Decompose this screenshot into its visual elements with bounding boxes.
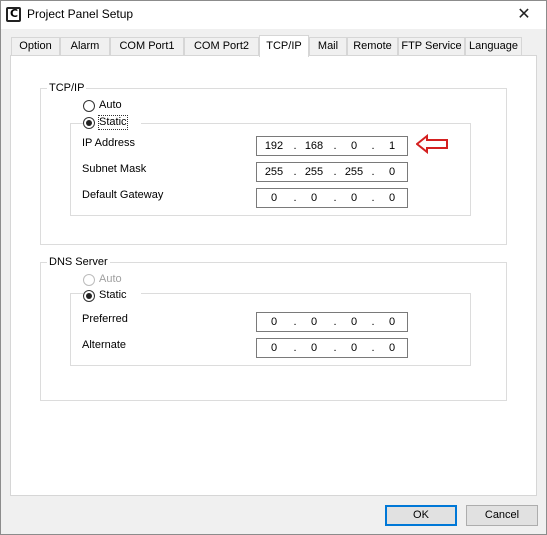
subnet-mask-label: Subnet Mask — [82, 163, 147, 175]
default-gateway-label: Default Gateway — [82, 189, 164, 201]
dot-separator: . — [333, 166, 337, 178]
dot-separator: . — [333, 316, 337, 328]
close-button[interactable]: ✕ — [502, 1, 546, 29]
mask-octet-3: 255 — [344, 166, 364, 178]
pref-octet-1: 0 — [270, 316, 278, 328]
dot-separator: . — [333, 140, 337, 152]
dns-static-radio[interactable]: Static — [83, 289, 141, 303]
tcpip-group: TCP/IP IP Address 192 . 168 . 0 . 1 Subn… — [40, 81, 507, 245]
dot-separator: . — [371, 166, 375, 178]
mask-octet-1: 255 — [264, 166, 284, 178]
alt-octet-4: 0 — [388, 342, 396, 354]
dot-separator: . — [371, 342, 375, 354]
tcpip-static-label: Static — [98, 115, 128, 130]
dot-separator: . — [371, 192, 375, 204]
radio-dot — [83, 117, 95, 129]
dot-separator: . — [333, 192, 337, 204]
ip-octet-1: 192 — [264, 140, 284, 152]
dns-group: DNS Server Preferred 0 . 0 . 0 . 0 Alter… — [40, 255, 507, 401]
ok-button[interactable]: OK — [385, 505, 457, 526]
mask-octet-4: 0 — [388, 166, 396, 178]
tcpip-group-title: TCP/IP — [47, 81, 87, 95]
dot-separator: . — [333, 342, 337, 354]
radio-dot — [83, 100, 95, 112]
alt-octet-2: 0 — [310, 342, 318, 354]
left-arrow-icon — [416, 134, 448, 154]
alternate-label: Alternate — [82, 339, 127, 351]
tab-mail[interactable]: Mail — [309, 37, 347, 56]
mask-octet-2: 255 — [304, 166, 324, 178]
tab-com-port2[interactable]: COM Port2 — [184, 37, 259, 56]
dot-separator: . — [371, 316, 375, 328]
tab-alarm[interactable]: Alarm — [60, 37, 110, 56]
tcpip-static-subgroup: IP Address 192 . 168 . 0 . 1 Subnet Mask… — [70, 123, 471, 216]
window-title: Project Panel Setup — [27, 7, 134, 21]
tab-language[interactable]: Language — [465, 37, 522, 56]
tab-ftp-service[interactable]: FTP Service — [398, 37, 465, 56]
dns-group-title: DNS Server — [47, 255, 110, 269]
dot-separator: . — [371, 140, 375, 152]
preferred-label: Preferred — [82, 313, 128, 325]
ip-address-input[interactable]: 192 . 168 . 0 . 1 — [256, 136, 408, 156]
tab-remote[interactable]: Remote — [347, 37, 398, 56]
gw-octet-4: 0 — [388, 192, 396, 204]
alt-octet-1: 0 — [270, 342, 278, 354]
tab-option[interactable]: Option — [11, 37, 60, 56]
dot-separator: . — [293, 342, 297, 354]
alt-octet-3: 0 — [350, 342, 358, 354]
dns-static-subgroup: Preferred 0 . 0 . 0 . 0 Alternate 0 . 0 … — [70, 293, 471, 366]
tcpip-auto-label: Auto — [99, 99, 122, 111]
ip-octet-2: 168 — [304, 140, 324, 152]
cancel-button[interactable]: Cancel — [466, 505, 538, 526]
preferred-dns-input[interactable]: 0 . 0 . 0 . 0 — [256, 312, 408, 332]
dns-auto-radio[interactable]: Auto — [83, 273, 139, 287]
ip-address-label: IP Address — [82, 137, 135, 149]
alternate-dns-input[interactable]: 0 . 0 . 0 . 0 — [256, 338, 408, 358]
ip-octet-3: 0 — [350, 140, 358, 152]
dot-separator: . — [293, 192, 297, 204]
tcpip-static-radio[interactable]: Static — [83, 115, 141, 130]
gw-octet-2: 0 — [310, 192, 318, 204]
subnet-mask-input[interactable]: 255 . 255 . 255 . 0 — [256, 162, 408, 182]
tab-panel: TCP/IP IP Address 192 . 168 . 0 . 1 Subn… — [10, 55, 537, 496]
ip-octet-4: 1 — [388, 140, 396, 152]
gw-octet-3: 0 — [350, 192, 358, 204]
dot-separator: . — [293, 316, 297, 328]
title-bar: Project Panel Setup ✕ — [1, 1, 546, 29]
gw-octet-1: 0 — [270, 192, 278, 204]
radio-dot — [83, 290, 95, 302]
radio-dot — [83, 274, 95, 286]
tcpip-auto-radio[interactable]: Auto — [83, 99, 143, 113]
app-icon — [6, 7, 21, 22]
tab-com-port1[interactable]: COM Port1 — [110, 37, 184, 56]
pref-octet-3: 0 — [350, 316, 358, 328]
dot-separator: . — [293, 140, 297, 152]
tab-tcp-ip[interactable]: TCP/IP — [259, 35, 309, 57]
pref-octet-2: 0 — [310, 316, 318, 328]
default-gateway-input[interactable]: 0 . 0 . 0 . 0 — [256, 188, 408, 208]
dns-auto-label: Auto — [99, 273, 122, 285]
dot-separator: . — [293, 166, 297, 178]
dns-static-label: Static — [99, 289, 127, 301]
pref-octet-4: 0 — [388, 316, 396, 328]
